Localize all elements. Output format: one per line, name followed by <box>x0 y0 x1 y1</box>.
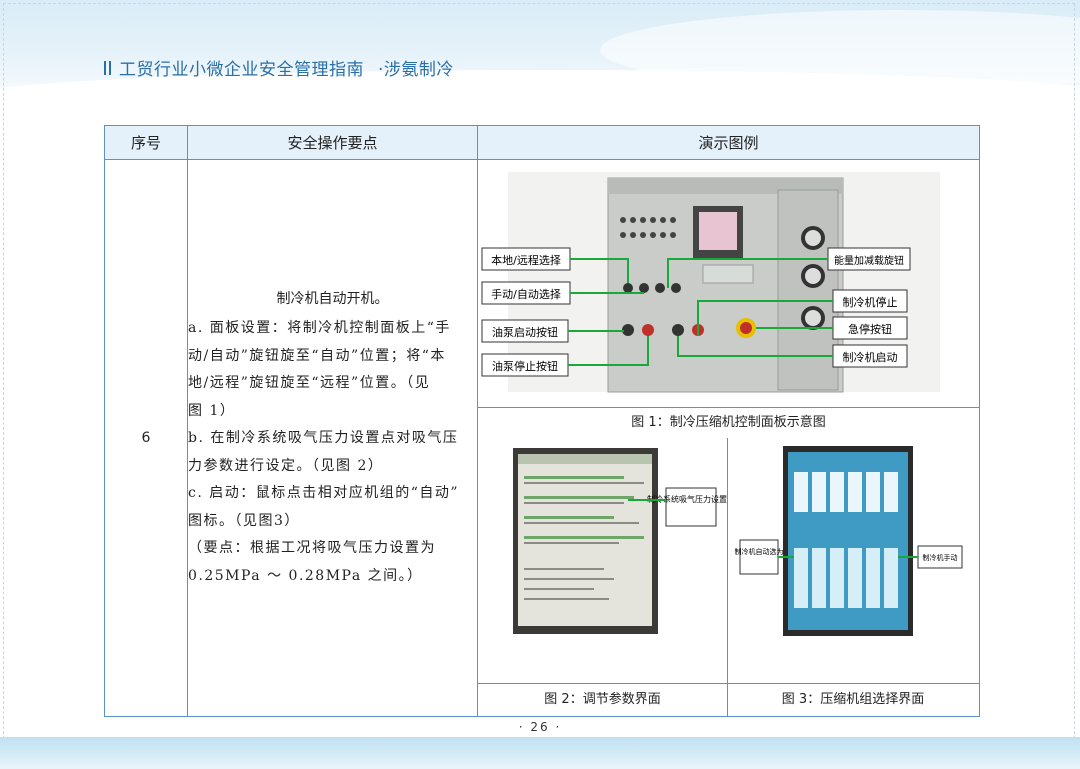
operation-line: 地/远程”旋钮旋至“远程”位置。（见 <box>188 375 431 392</box>
operation-line: a. 面板设置：将制冷机控制面板上“手 <box>188 320 451 337</box>
figure-3-callout-left: 制冷机自动选为 <box>735 547 784 556</box>
operation-title: 制冷机自动开机。 <box>276 290 389 307</box>
figure-2-3-captions: 图 2：调节参数界面 图 3：压缩机组选择界面 <box>478 683 979 716</box>
label-chiller-start: 制冷机启动 <box>843 350 898 364</box>
figure-2-3-row: 制冷系统吸气压力设置点 制冷机自动选为 制冷机手动 <box>478 438 979 683</box>
label-oil-pump-start: 油泵启动按钮 <box>492 325 558 339</box>
operation-line: （要点：根据工况将吸气压力设置为 <box>188 540 436 557</box>
operation-line: c. 启动：鼠标点击相对应机组的“自动” <box>188 485 460 502</box>
label-chiller-stop: 制冷机停止 <box>843 295 898 309</box>
operation-line: 力参数进行设定。（见图 2） <box>188 457 384 474</box>
column-header-number: 序号 <box>104 125 188 160</box>
operation-line: 0.25MPa ～ 0.28MPa 之间。） <box>188 567 423 584</box>
operation-line: 动/自动”旋钮旋至“自动”位置；将“本 <box>188 347 446 364</box>
page-header: 工贸行业小微企业安全管理指南 ·涉氨制冷 <box>104 55 454 80</box>
label-local-remote: 本地/远程选择 <box>491 253 561 267</box>
footer-band <box>0 737 1080 769</box>
label-manual-auto: 手动/自动选择 <box>491 287 561 301</box>
figure-3: 制冷机自动选为 制冷机手动 <box>728 438 978 683</box>
figure-1-caption: 图 1：制冷压缩机控制面板示意图 <box>478 407 979 438</box>
figure-3-caption: 图 3：压缩机组选择界面 <box>781 692 925 707</box>
column-header-figures: 演示图例 <box>477 125 980 160</box>
operation-line: 图标。（见图3） <box>188 512 300 529</box>
column-header-points: 安全操作要点 <box>187 125 478 160</box>
compressor-select-photo: 制冷机自动选为 制冷机手动 <box>735 446 963 636</box>
label-oil-pump-stop: 油泵停止按钮 <box>492 359 558 373</box>
header-title: 工贸行业小微企业安全管理指南 <box>119 60 364 80</box>
table-row: 6 制冷机自动开机。 a. 面板设置：将制冷机控制面板上“手 动/自动”旋钮旋至… <box>104 159 980 717</box>
figures-cell: 本地/远程选择 手动/自动选择 油泵启动按钮 油泵停止按钮 能量加减载旋钮 制冷… <box>477 159 980 717</box>
control-panel-photo: 本地/远程选择 手动/自动选择 油泵启动按钮 油泵停止按钮 能量加减载旋钮 制冷… <box>481 172 940 393</box>
figure-2: 制冷系统吸气压力设置点 <box>478 438 735 683</box>
parameter-screen-photo: 制冷系统吸气压力设置点 <box>513 448 735 634</box>
right-callout-labels: 能量加减载旋钮 制冷机停止 急停按钮 制冷机启动 <box>827 247 911 368</box>
figure-2-caption: 图 2：调节参数界面 <box>478 684 728 716</box>
title-bar-mark <box>109 60 111 75</box>
row-number: 6 <box>104 159 188 717</box>
header-subtitle: ·涉氨制冷 <box>378 60 454 80</box>
operation-line: 图 1） <box>188 402 236 419</box>
operation-line: b. 在制冷系统吸气压力设置点对吸气压 <box>188 430 459 447</box>
label-load-knob: 能量加减载旋钮 <box>834 254 904 267</box>
table-header-row: 序号 安全操作要点 演示图例 <box>104 125 980 160</box>
figure-1: 本地/远程选择 手动/自动选择 油泵启动按钮 油泵停止按钮 能量加减载旋钮 制冷… <box>478 160 979 407</box>
page-number: · 26 · <box>518 720 562 734</box>
label-emergency-stop: 急停按钮 <box>848 322 892 336</box>
safety-table: 序号 安全操作要点 演示图例 6 制冷机自动开机。 a. 面板设置：将制冷机控制… <box>104 125 980 717</box>
operation-points-cell: 制冷机自动开机。 a. 面板设置：将制冷机控制面板上“手 动/自动”旋钮旋至“自… <box>187 159 478 717</box>
figure-3-callout-right: 制冷机手动 <box>923 553 958 562</box>
title-bar-mark <box>104 60 106 75</box>
